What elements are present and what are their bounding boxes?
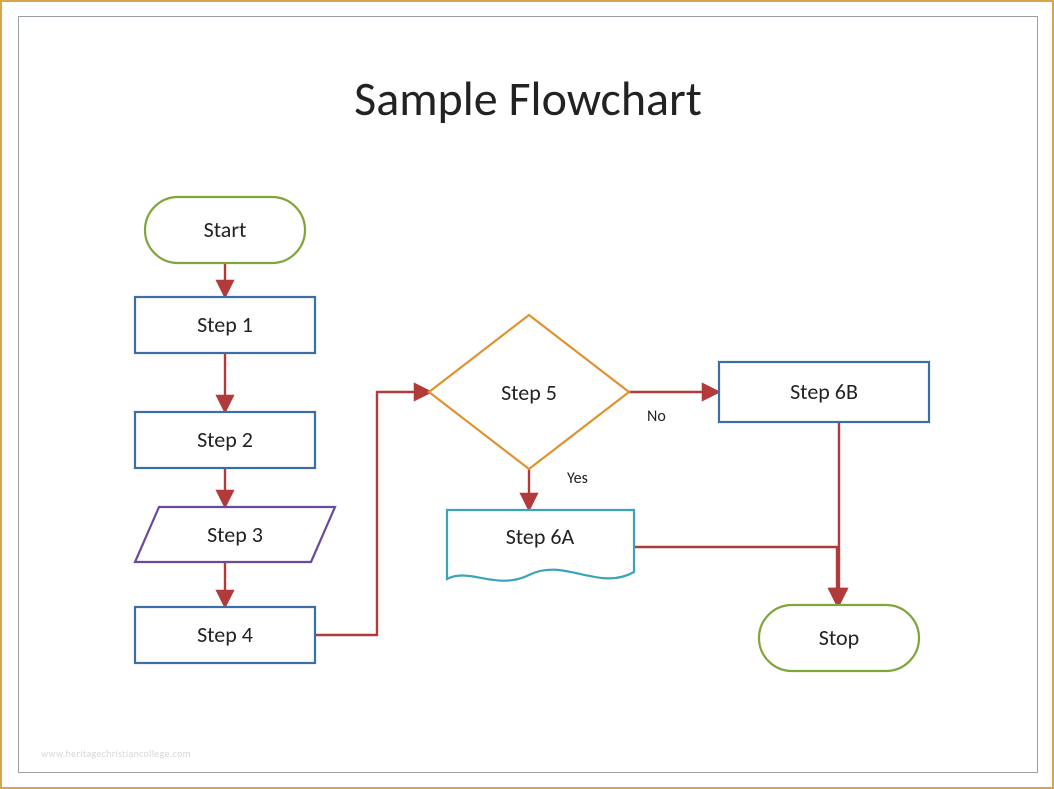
node-step2-label: Step 2 <box>197 426 253 453</box>
edge-label-no: No <box>647 407 666 426</box>
edge-step6a-stop <box>634 547 837 605</box>
node-start-label: Start <box>204 216 247 243</box>
slide-frame: Sample Flowchart <box>0 0 1054 789</box>
node-step3-label: Step 3 <box>207 521 263 548</box>
flowchart-canvas: No Yes Start Step 1 Step 2 <box>19 17 1037 772</box>
node-step5: Step 5 <box>429 315 629 469</box>
node-stop: Stop <box>759 605 919 671</box>
node-step6a-label: Step 6A <box>506 523 575 550</box>
slide-inner: Sample Flowchart <box>18 16 1038 773</box>
node-step6a: Step 6A <box>447 510 634 581</box>
node-step4: Step 4 <box>135 607 315 663</box>
node-step4-label: Step 4 <box>197 621 253 648</box>
node-step6b-label: Step 6B <box>790 378 858 405</box>
node-step3: Step 3 <box>135 507 335 562</box>
node-step6b: Step 6B <box>719 362 929 422</box>
node-step2: Step 2 <box>135 412 315 468</box>
node-start: Start <box>145 197 305 263</box>
edge-label-yes: Yes <box>567 469 588 488</box>
node-step1: Step 1 <box>135 297 315 353</box>
node-step1-label: Step 1 <box>197 311 253 338</box>
node-stop-label: Stop <box>819 624 859 651</box>
watermark: www.heritagechristiancollege.com <box>41 747 191 760</box>
node-step5-label: Step 5 <box>501 379 557 406</box>
